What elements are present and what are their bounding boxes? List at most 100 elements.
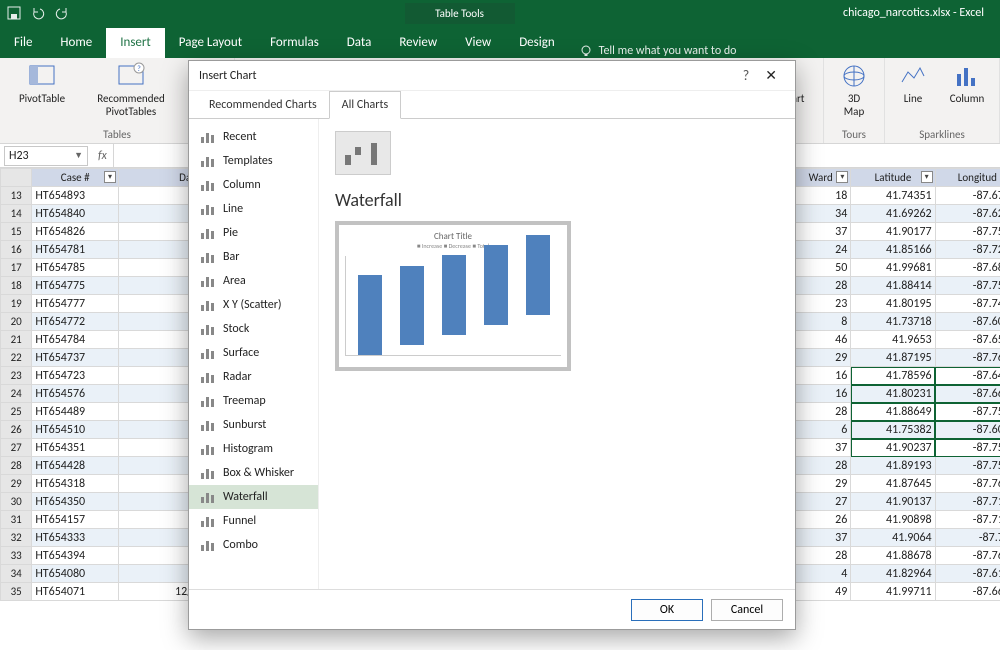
- column-header[interactable]: Case #▾: [32, 169, 119, 187]
- dialog-tab-recommended[interactable]: Recommended Charts: [197, 92, 329, 118]
- cell[interactable]: 27: [791, 493, 851, 511]
- tab-page-layout[interactable]: Page Layout: [165, 28, 256, 58]
- cell[interactable]: -87.756: [935, 529, 1000, 547]
- cell[interactable]: 41.88678: [851, 547, 935, 565]
- cell[interactable]: -87.7444: [935, 295, 1000, 313]
- cell[interactable]: -87.6296: [935, 205, 1000, 223]
- cell[interactable]: 41.88414: [851, 277, 935, 295]
- row-header[interactable]: 20: [1, 313, 32, 331]
- cell[interactable]: 41.90137: [851, 493, 935, 511]
- chart-category-templates[interactable]: Templates: [189, 149, 318, 173]
- cell[interactable]: HT654723: [32, 367, 119, 385]
- cell[interactable]: 41.78596: [851, 367, 935, 385]
- cell[interactable]: 26: [791, 511, 851, 529]
- cell[interactable]: -87.7581: [935, 439, 1000, 457]
- dialog-tab-all-charts[interactable]: All Charts: [329, 91, 402, 119]
- cell[interactable]: HT654428: [32, 457, 119, 475]
- tab-formulas[interactable]: Formulas: [256, 28, 333, 58]
- row-header[interactable]: 22: [1, 349, 32, 367]
- row-header[interactable]: 26: [1, 421, 32, 439]
- cell[interactable]: -87.6707: [935, 187, 1000, 205]
- cell[interactable]: 23: [791, 295, 851, 313]
- column-header[interactable]: Ward▾: [791, 169, 851, 187]
- cell[interactable]: HT654318: [32, 475, 119, 493]
- row-header[interactable]: 30: [1, 493, 32, 511]
- row-header[interactable]: 27: [1, 439, 32, 457]
- row-header[interactable]: 14: [1, 205, 32, 223]
- cell[interactable]: HT654826: [32, 223, 119, 241]
- chart-preview[interactable]: Chart Title ■ Increase ■ Decrease ■ Tota…: [335, 221, 571, 371]
- chart-category-stock[interactable]: Stock: [189, 317, 318, 341]
- chart-category-sunburst[interactable]: Sunburst: [189, 413, 318, 437]
- row-header[interactable]: 25: [1, 403, 32, 421]
- cell[interactable]: 34: [791, 205, 851, 223]
- ok-button[interactable]: OK: [631, 599, 703, 621]
- row-header[interactable]: 16: [1, 241, 32, 259]
- sparkline-line-button[interactable]: Line: [893, 62, 933, 105]
- cell[interactable]: 41.9653: [851, 331, 935, 349]
- cell[interactable]: -87.7176: [935, 493, 1000, 511]
- row-header[interactable]: 32: [1, 529, 32, 547]
- row-header[interactable]: 18: [1, 277, 32, 295]
- cell[interactable]: -87.6603: [935, 583, 1000, 601]
- cell[interactable]: 6: [791, 421, 851, 439]
- cell[interactable]: 41.74351: [851, 187, 935, 205]
- row-header[interactable]: 21: [1, 331, 32, 349]
- cell[interactable]: 28: [791, 277, 851, 295]
- filter-icon[interactable]: ▾: [104, 171, 116, 183]
- column-header[interactable]: Latitude▾: [851, 169, 935, 187]
- cell[interactable]: 41.99711: [851, 583, 935, 601]
- column-header[interactable]: Longitud▾: [935, 169, 1000, 187]
- cell[interactable]: 37: [791, 439, 851, 457]
- undo-icon[interactable]: [30, 5, 46, 21]
- cell[interactable]: HT654351: [32, 439, 119, 457]
- select-all[interactable]: [1, 169, 32, 187]
- row-header[interactable]: 28: [1, 457, 32, 475]
- cell[interactable]: HT654777: [32, 295, 119, 313]
- cell[interactable]: 29: [791, 349, 851, 367]
- cell[interactable]: -87.7579: [935, 403, 1000, 421]
- cell[interactable]: HT654893: [32, 187, 119, 205]
- tab-file[interactable]: File: [0, 28, 46, 58]
- chart-category-waterfall[interactable]: Waterfall: [189, 485, 318, 509]
- cell[interactable]: 29: [791, 475, 851, 493]
- tab-design[interactable]: Design: [505, 28, 568, 58]
- chart-subtype-waterfall[interactable]: [335, 131, 391, 175]
- tell-me[interactable]: Tell me what you want to do: [569, 44, 747, 58]
- chart-category-combo[interactable]: Combo: [189, 533, 318, 557]
- chart-category-box-whisker[interactable]: Box & Whisker: [189, 461, 318, 485]
- redo-icon[interactable]: [54, 5, 70, 21]
- cell[interactable]: 41.87645: [851, 475, 935, 493]
- cell[interactable]: HT654350: [32, 493, 119, 511]
- cell[interactable]: 16: [791, 385, 851, 403]
- cell[interactable]: 41.82964: [851, 565, 935, 583]
- row-header[interactable]: 15: [1, 223, 32, 241]
- cell[interactable]: -87.7635: [935, 349, 1000, 367]
- chart-category-funnel[interactable]: Funnel: [189, 509, 318, 533]
- pivottable-button[interactable]: PivotTable: [8, 62, 76, 118]
- chart-category-recent[interactable]: Recent: [189, 125, 318, 149]
- cell[interactable]: -87.7242: [935, 241, 1000, 259]
- cell[interactable]: -87.6888: [935, 259, 1000, 277]
- cell[interactable]: -87.6439: [935, 367, 1000, 385]
- chart-category-area[interactable]: Area: [189, 269, 318, 293]
- cell[interactable]: 28: [791, 403, 851, 421]
- chart-category-pie[interactable]: Pie: [189, 221, 318, 245]
- chart-category-histogram[interactable]: Histogram: [189, 437, 318, 461]
- cell[interactable]: -87.7594: [935, 223, 1000, 241]
- chart-category-line[interactable]: Line: [189, 197, 318, 221]
- cell[interactable]: 8: [791, 313, 851, 331]
- row-header[interactable]: 19: [1, 295, 32, 313]
- cell[interactable]: 28: [791, 457, 851, 475]
- cancel-button[interactable]: Cancel: [711, 599, 783, 621]
- help-icon[interactable]: ?: [735, 67, 758, 84]
- cell[interactable]: 50: [791, 259, 851, 277]
- row-header[interactable]: 17: [1, 259, 32, 277]
- cell[interactable]: 41.90237: [851, 439, 935, 457]
- cell[interactable]: HT654772: [32, 313, 119, 331]
- cell[interactable]: 41.80195: [851, 295, 935, 313]
- row-header[interactable]: 31: [1, 511, 32, 529]
- cell[interactable]: 41.73718: [851, 313, 935, 331]
- cell[interactable]: 41.85166: [851, 241, 935, 259]
- save-icon[interactable]: [6, 5, 22, 21]
